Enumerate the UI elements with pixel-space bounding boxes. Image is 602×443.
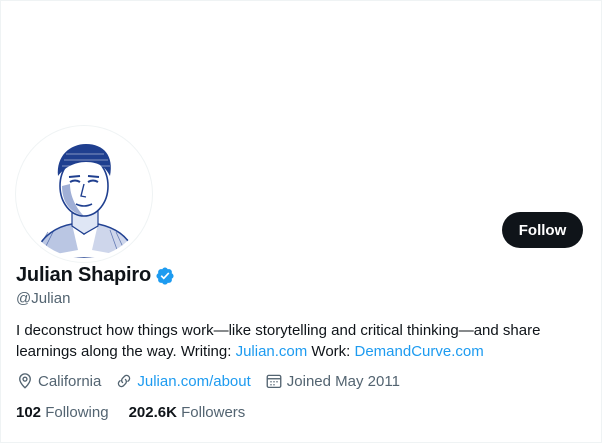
verified-badge-icon[interactable] xyxy=(155,266,175,286)
followers-count: 202.6K xyxy=(128,404,177,421)
following-label: Following xyxy=(45,404,109,421)
joined-text: Joined May 2011 xyxy=(286,372,400,390)
followers-label: Followers xyxy=(181,404,246,421)
bio-link-julian[interactable]: Julian.com xyxy=(236,343,308,360)
following-count-link[interactable]: 102 Following xyxy=(16,404,109,421)
website-link[interactable]: Julian.com/about xyxy=(137,373,250,390)
avatar[interactable] xyxy=(16,126,152,262)
profile-handle: @Julian xyxy=(16,290,71,307)
bio-work-label: Work: xyxy=(307,342,355,360)
website-item[interactable]: Julian.com/about xyxy=(115,372,251,390)
display-name: Julian Shapiro xyxy=(16,264,152,286)
avatar-illustration xyxy=(20,130,148,258)
location-pin-icon xyxy=(19,373,31,389)
location-item: California xyxy=(16,372,101,390)
bio-link-demandcurve[interactable]: DemandCurve.com xyxy=(355,343,484,360)
followers-count-link[interactable]: 202.6K Followers xyxy=(129,404,246,421)
joined-item: Joined May 2011 xyxy=(265,372,400,390)
follow-counts: 102 Following 202.6K Followers xyxy=(16,404,265,421)
following-count: 102 xyxy=(16,404,42,421)
profile-meta: California Julian.com/about Joined May 2… xyxy=(16,372,414,390)
link-icon xyxy=(118,374,131,388)
profile-bio: I deconstruct how things work—like story… xyxy=(16,321,576,362)
location-text: California xyxy=(38,372,102,390)
follow-button[interactable]: Follow xyxy=(502,212,583,248)
profile-name-row: Julian Shapiro xyxy=(16,264,175,287)
calendar-icon xyxy=(266,374,282,389)
